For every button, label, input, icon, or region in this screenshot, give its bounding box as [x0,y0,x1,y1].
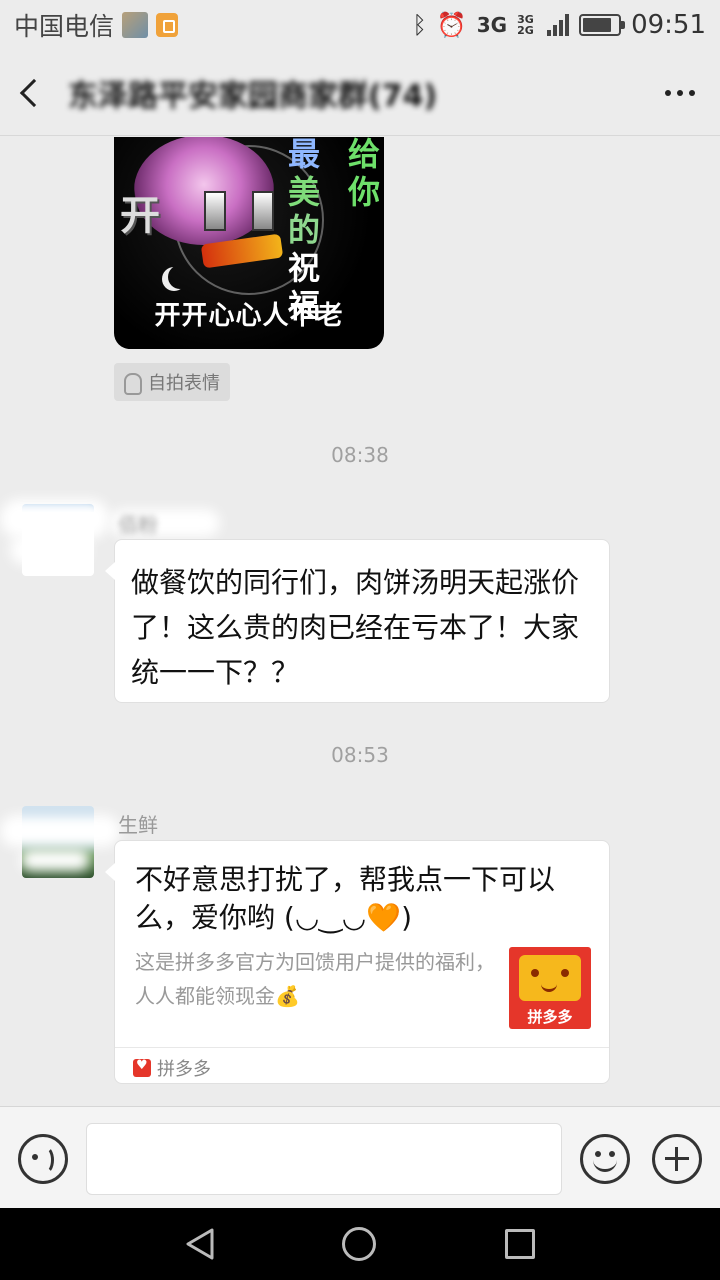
card-title-end: ) [401,901,413,934]
sticker-give-column: 给 你 [346,137,382,211]
redaction-smudge [0,499,110,539]
chat-header: 东泽路平安家园商家群(74) [0,50,720,136]
timestamp: 08:38 [331,443,389,467]
pinduoduo-logo-icon: 拼多多 [509,947,591,1029]
sticker-char: 你 [347,173,380,211]
selfie-tag-label: 自拍表情 [148,373,220,394]
battery-icon [579,14,626,36]
more-dots-icon [665,89,671,96]
network-secondary: 3G 2G [517,13,534,37]
card-title-text: 不好意思打扰了，帮我点一下可以么，爱你哟 (◡‿◡ [135,863,556,934]
sticker-image[interactable]: 开 最 美 的 祝 福 给 你 开开心心人不老 [114,137,384,349]
message-input[interactable] [86,1123,562,1195]
plus-icon[interactable] [652,1134,702,1184]
message-bubble[interactable]: 做餐饮的同行们，肉饼汤明天起涨价了！这么贵的肉已经在亏本了！大家统一一下？？ [105,539,610,703]
app-lock-icon [156,13,179,37]
moon-icon [168,265,192,289]
input-bar [0,1106,720,1208]
sticker-char: 的 [287,211,320,249]
navigation-bar [0,1208,720,1280]
carrier-label: 中国电信 [14,12,115,41]
heart-emoji: 🧡 [366,901,402,934]
redaction-smudge [10,535,90,565]
hand-icon [120,371,142,395]
sender-name: 生鲜 [118,813,158,837]
card-source: 拼多多 [133,1055,211,1081]
nav-back-icon[interactable] [184,1227,218,1261]
chat-area[interactable]: 开 最 美 的 祝 福 给 你 开开心心人不老 自拍表情 08:38 佰粉 做餐… [0,137,720,1105]
back-button[interactable] [0,50,60,136]
selfie-sticker-tag[interactable]: 自拍表情 [114,363,230,401]
notification-avatar-icon [122,12,149,38]
network-type: 3G [476,13,508,37]
sticker-char: 给 [347,137,380,173]
redaction-smudge [0,815,120,847]
more-options-button[interactable] [640,50,720,136]
signal-icon [547,14,570,36]
sticker-caption: 开开心心人不老 [154,301,344,331]
sticker-decoration [204,191,274,231]
chevron-left-icon [19,78,49,107]
sticker-kai-text: 开 [120,193,160,239]
link-card[interactable]: 不好意思打扰了，帮我点一下可以么，爱你哟 (◡‿◡🧡) 这是拼多多官方为回馈用户… [105,840,610,1084]
sticker-char: 最 [287,137,320,173]
card-title: 不好意思打扰了，帮我点一下可以么，爱你哟 (◡‿◡🧡) [135,861,595,937]
nav-recent-icon[interactable] [505,1229,535,1259]
status-bar: 中国电信 ᛒ ⏰ 3G 3G 2G 09:51 [0,0,720,50]
bluetooth-icon: ᛒ [412,11,427,39]
sender-name: 佰粉 [118,513,158,537]
thumb-label: 拼多多 [527,1008,573,1026]
timestamp: 08:53 [331,743,389,767]
redaction-smudge [20,849,90,871]
divider [115,1047,609,1048]
voice-icon[interactable] [18,1134,68,1184]
sticker-char: 美 [287,173,320,211]
nav-home-icon[interactable] [342,1227,376,1261]
card-description: 这是拼多多官方为回馈用户提供的福利，人人都能领现金💰 [135,950,495,1008]
status-time: 09:51 [631,10,706,40]
emoji-icon[interactable] [580,1134,630,1184]
pinduoduo-small-icon [133,1058,151,1077]
alarm-icon: ⏰ [436,11,467,39]
thumb-face [519,955,581,1001]
card-source-label: 拼多多 [157,1059,211,1080]
message-text: 做餐饮的同行们，肉饼汤明天起涨价了！这么贵的肉已经在亏本了！大家统一一下？？ [131,566,580,689]
chat-title: 东泽路平安家园商家群(74) [68,78,438,114]
sticker-char: 祝 [287,249,320,287]
